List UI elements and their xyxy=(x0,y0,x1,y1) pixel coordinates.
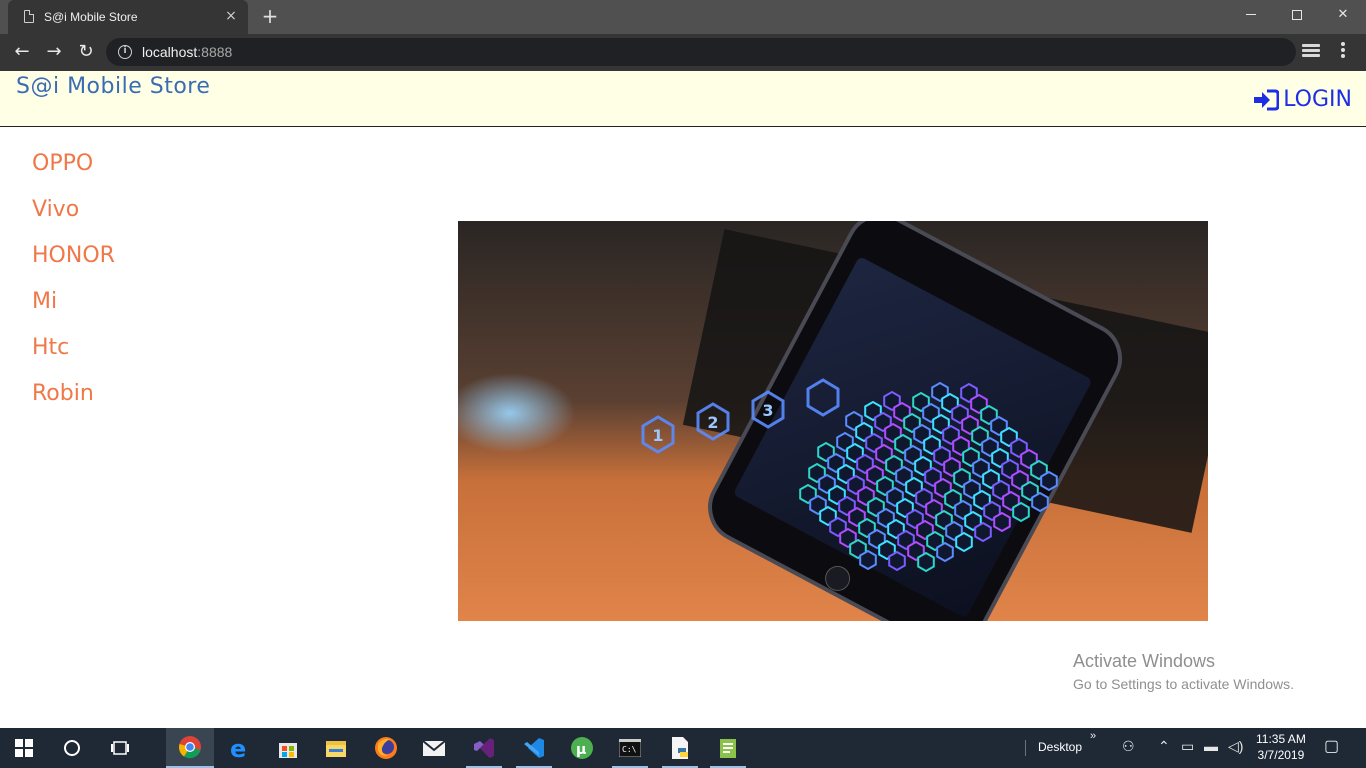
keypad-hex xyxy=(917,551,935,573)
show-hidden-icons-icon[interactable]: ⌃ xyxy=(1158,738,1170,755)
taskbar-cmd[interactable]: C:\ xyxy=(606,728,654,768)
login-label: LOGIN xyxy=(1283,87,1352,112)
clock-date: 3/7/2019 xyxy=(1257,748,1305,762)
keypad-hex xyxy=(974,521,992,543)
command-prompt-icon: C:\ xyxy=(619,739,641,757)
taskbar-python-file[interactable] xyxy=(656,728,704,768)
phone-brand-menu: OPPO Vivo HONOR Mi Htc Robin xyxy=(32,149,115,425)
taskbar-file-explorer[interactable] xyxy=(312,728,360,768)
tab-title: S@i Mobile Store xyxy=(44,10,138,24)
battery-icon[interactable]: ▬ xyxy=(1204,738,1218,754)
login-icon xyxy=(1254,89,1280,110)
forward-button[interactable]: → xyxy=(40,38,68,66)
firefox-icon xyxy=(375,737,397,759)
task-view-button[interactable] xyxy=(96,728,144,768)
back-button[interactable]: ← xyxy=(8,38,36,66)
python-file-icon xyxy=(672,737,688,759)
windows-logo-icon xyxy=(15,739,33,757)
desktop-toolbar-label[interactable]: Desktop xyxy=(1038,740,1082,754)
search-button[interactable] xyxy=(48,728,96,768)
vscode-icon xyxy=(524,738,544,758)
utorrent-icon: µ xyxy=(571,737,593,759)
reload-button[interactable]: ↻ xyxy=(72,38,100,66)
folder-icon xyxy=(326,741,346,757)
browser-menu-icon[interactable] xyxy=(1336,40,1350,64)
network-icon[interactable]: ▭ xyxy=(1181,738,1194,755)
site-header: S@i Mobile Store LOGIN xyxy=(0,71,1366,127)
taskbar-firefox[interactable] xyxy=(362,728,410,768)
taskbar-chrome[interactable] xyxy=(166,728,214,768)
menu-item-vivo[interactable]: Vivo xyxy=(32,195,115,241)
activate-windows-watermark: Activate Windows Go to Settings to activ… xyxy=(1073,651,1294,692)
menu-item-oppo[interactable]: OPPO xyxy=(32,149,115,195)
activate-subtitle: Go to Settings to activate Windows. xyxy=(1073,676,1294,692)
tab-close-icon[interactable]: × xyxy=(222,7,240,25)
visual-studio-icon xyxy=(474,738,494,758)
close-window-button[interactable]: ✕ xyxy=(1320,0,1366,30)
windows-taskbar: e µ C:\ Desktop » ⚇ ⌃ ▭ ▬ ◁) 11:35 AM 3/… xyxy=(0,728,1366,768)
taskbar-divider xyxy=(1025,740,1026,756)
people-icon[interactable]: ⚇ xyxy=(1122,738,1135,755)
cortana-circle-icon xyxy=(64,740,80,756)
maximize-button[interactable] xyxy=(1274,0,1320,30)
url-host: localhost xyxy=(142,44,198,60)
menu-item-htc[interactable]: Htc xyxy=(32,333,115,379)
browser-toolbar: ← → ↻ i localhost:8888 ☆ xyxy=(0,34,1366,71)
new-tab-button[interactable]: + xyxy=(258,5,282,29)
menu-item-robin[interactable]: Robin xyxy=(32,379,115,425)
taskbar-mail[interactable] xyxy=(410,728,458,768)
system-clock[interactable]: 11:35 AM 3/7/2019 xyxy=(1256,731,1306,763)
svg-text:C:\: C:\ xyxy=(622,745,637,754)
volume-icon[interactable]: ◁) xyxy=(1228,738,1243,755)
toolbar-expand-icon[interactable]: » xyxy=(1090,730,1096,742)
store-icon xyxy=(279,743,297,758)
svg-text:3: 3 xyxy=(762,401,773,420)
svg-text:µ: µ xyxy=(576,742,586,758)
hero-phone-image: 1 2 3 xyxy=(458,221,1208,621)
svg-text:2: 2 xyxy=(707,413,718,432)
notepad-file-icon xyxy=(720,739,736,758)
keypad-hex xyxy=(1040,470,1058,492)
svg-text:1: 1 xyxy=(652,426,663,445)
browser-tab[interactable]: S@i Mobile Store × xyxy=(8,0,248,34)
mail-icon xyxy=(422,740,446,756)
chrome-icon xyxy=(178,736,201,759)
keypad-hex xyxy=(936,541,954,563)
edge-icon: e xyxy=(230,737,246,759)
task-view-icon xyxy=(111,741,129,755)
keypad-hex xyxy=(1031,491,1049,513)
menu-item-honor[interactable]: HONOR xyxy=(32,241,115,287)
url-text[interactable]: localhost:8888 xyxy=(142,44,232,60)
site-info-icon[interactable]: i xyxy=(118,45,132,59)
svg-text:e: e xyxy=(230,737,246,759)
clock-time: 11:35 AM xyxy=(1256,732,1306,746)
taskbar-utorrent[interactable]: µ xyxy=(558,728,606,768)
keypad-hex xyxy=(1012,501,1030,523)
menu-item-mi[interactable]: Mi xyxy=(32,287,115,333)
taskbar-edge[interactable]: e xyxy=(216,728,264,768)
taskbar-vscode[interactable] xyxy=(510,728,558,768)
action-center-icon[interactable]: ▢ xyxy=(1324,736,1339,756)
start-button[interactable] xyxy=(0,728,48,768)
minimize-button[interactable] xyxy=(1228,0,1274,30)
document-icon xyxy=(24,10,34,23)
url-port: :8888 xyxy=(197,44,233,60)
web-page: S@i Mobile Store LOGIN OPPO Vivo HONOR M… xyxy=(0,71,1366,728)
browser-titlebar: S@i Mobile Store × + ✕ xyxy=(0,0,1366,34)
taskbar-notepad-file[interactable] xyxy=(704,728,752,768)
keypad-hex xyxy=(888,550,906,572)
login-link[interactable]: LOGIN xyxy=(1253,87,1352,112)
extension-icon[interactable] xyxy=(1302,42,1320,60)
taskbar-store[interactable] xyxy=(264,728,312,768)
site-brand[interactable]: S@i Mobile Store xyxy=(16,74,210,99)
keypad-hex xyxy=(859,549,877,571)
keypad-hex xyxy=(955,531,973,553)
activate-title: Activate Windows xyxy=(1073,651,1216,671)
keypad-hex xyxy=(993,511,1011,533)
address-bar[interactable]: i localhost:8888 ☆ xyxy=(106,38,1296,66)
taskbar-visual-studio[interactable] xyxy=(460,728,508,768)
